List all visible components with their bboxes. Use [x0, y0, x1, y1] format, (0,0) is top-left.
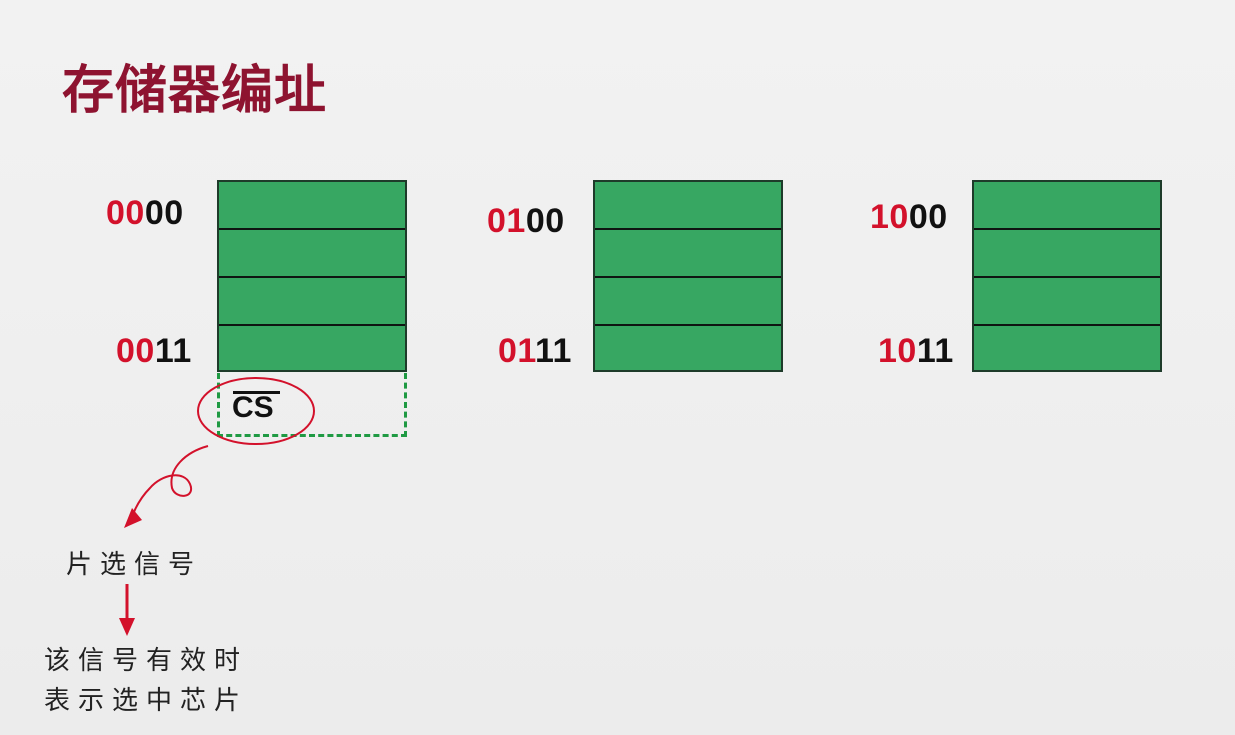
address-high-bits: 01: [487, 202, 526, 240]
chip-2-start-address: 1000: [870, 200, 948, 234]
chip-row-divider: [595, 228, 781, 230]
address-low-bits: 00: [144, 194, 184, 232]
chip-1-start-address: 0100: [487, 204, 565, 238]
chip-row-divider: [219, 276, 405, 278]
chip-row-divider: [219, 324, 405, 326]
address-low-bits: 11: [154, 332, 192, 370]
chip-select-note: 片选信号: [66, 550, 203, 580]
slide: 存储器编址 0000 0011 0100 0111 1000 1011 CS 片…: [0, 0, 1235, 735]
address-low-bits: 11: [534, 332, 572, 370]
chip-0-end-address: 0011: [116, 334, 192, 368]
chip-0-start-address: 0000: [106, 196, 184, 230]
address-high-bits: 01: [498, 332, 535, 370]
address-low-bits: 11: [916, 332, 954, 370]
address-high-bits: 10: [878, 332, 917, 370]
selected-chip-note: 表示选中芯片: [44, 686, 249, 716]
chip-select-label: CS: [232, 391, 274, 424]
curved-arrow-line: [129, 445, 209, 523]
address-low-bits: 00: [525, 202, 565, 240]
page-title: 存储器编址: [62, 61, 328, 121]
chip-row-divider: [595, 324, 781, 326]
curved-arrow-head: [124, 508, 142, 528]
address-high-bits: 00: [116, 332, 155, 370]
chip-row-divider: [974, 324, 1160, 326]
chip-row-divider: [974, 276, 1160, 278]
chip-1-end-address: 0111: [498, 334, 572, 368]
address-high-bits: 00: [106, 194, 145, 232]
chip-row-divider: [219, 228, 405, 230]
memory-chip-0: [217, 180, 407, 372]
chip-2-end-address: 1011: [878, 334, 954, 368]
address-high-bits: 10: [870, 198, 909, 236]
down-arrow-head: [119, 618, 135, 636]
memory-chip-2: [972, 180, 1162, 372]
address-low-bits: 00: [908, 198, 948, 236]
valid-signal-note: 该信号有效时: [44, 646, 249, 676]
chip-row-divider: [974, 228, 1160, 230]
chip-row-divider: [595, 276, 781, 278]
memory-chip-1: [593, 180, 783, 372]
